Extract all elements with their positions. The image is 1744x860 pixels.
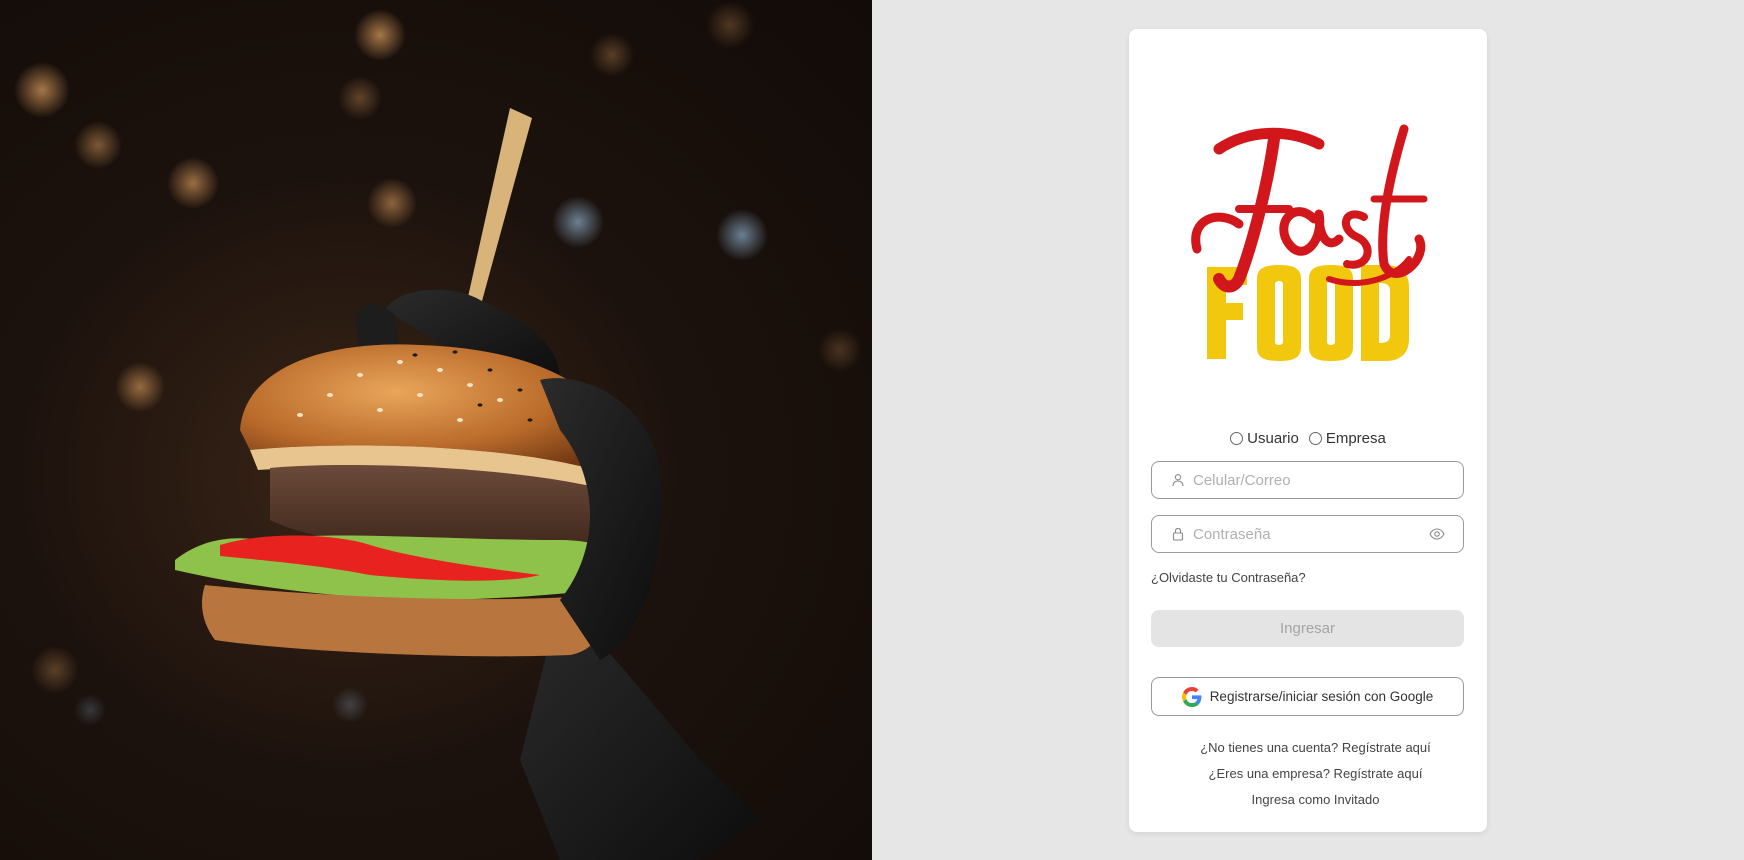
radio-usuario[interactable]: Usuario [1230, 430, 1299, 447]
radio-empresa[interactable]: Empresa [1308, 429, 1386, 447]
guest-login-link[interactable]: Ingresa como Invitado [1129, 792, 1502, 807]
forgot-password-link[interactable]: ¿Olvidaste tu Contraseña? [1151, 570, 1306, 585]
logo-image [1191, 124, 1428, 361]
password-input[interactable] [1193, 525, 1429, 543]
google-icon [1181, 686, 1202, 707]
google-signin-button[interactable]: Registrarse/iniciar sesión con Google [1151, 677, 1464, 716]
eye-icon[interactable] [1429, 528, 1445, 540]
fast-food-logo [1179, 89, 1437, 389]
register-company-link[interactable]: ¿Eres una empresa? Regístrate aquí [1129, 766, 1502, 781]
radio-usuario-label: Usuario [1247, 429, 1299, 447]
user-input[interactable] [1193, 471, 1463, 489]
account-type-selector: Usuario Empresa [1129, 426, 1487, 450]
user-icon [1171, 473, 1185, 487]
radio-empresa-label: Empresa [1325, 429, 1386, 447]
password-field[interactable] [1151, 515, 1464, 553]
login-card: Usuario Empresa ¿Olvidaste tu Contraseña… [1129, 29, 1487, 832]
google-button-label: Registrarse/iniciar sesión con Google [1209, 689, 1434, 704]
radio-usuario-circle[interactable] [1230, 431, 1244, 445]
lock-icon [1171, 527, 1185, 541]
hero-burger-image [0, 0, 872, 860]
burger-illustration [14, 1, 862, 860]
user-field[interactable] [1151, 461, 1464, 499]
login-button[interactable]: Ingresar [1151, 610, 1464, 647]
radio-empresa-circle[interactable] [1308, 431, 1322, 445]
register-user-link[interactable]: ¿No tienes una cuenta? Regístrate aquí [1129, 740, 1502, 755]
